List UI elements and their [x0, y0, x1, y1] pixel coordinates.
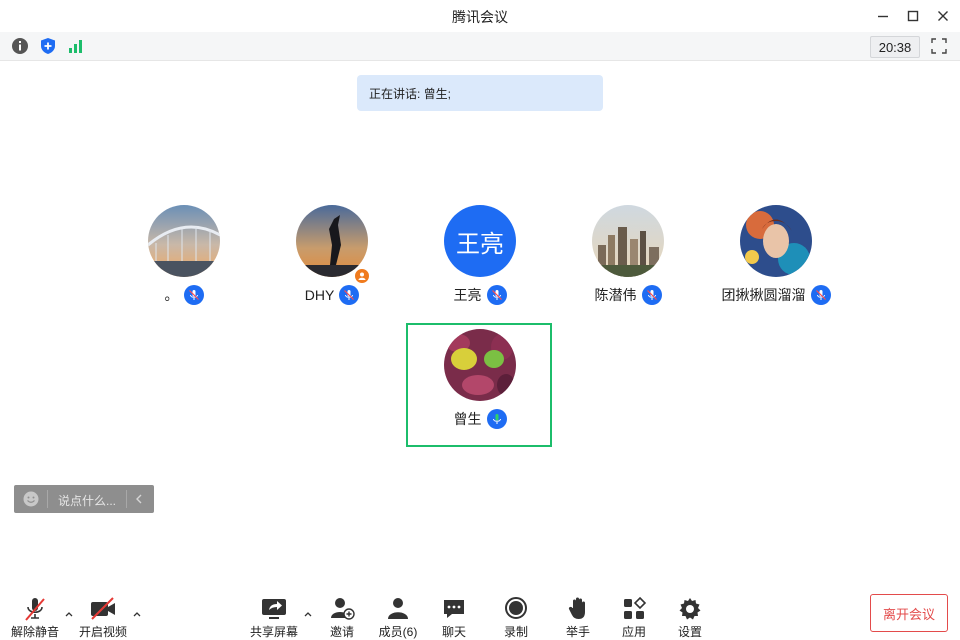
- settings-label: 设置: [677, 625, 702, 639]
- participant-name: 王亮: [453, 287, 482, 303]
- mic-muted-icon: [810, 285, 831, 305]
- raise-hand-button[interactable]: 举手: [548, 596, 608, 640]
- apps-button[interactable]: 应用: [604, 596, 664, 640]
- chevron-left-icon[interactable]: [132, 492, 146, 506]
- signal-icon: [69, 40, 82, 53]
- divider: [47, 490, 48, 508]
- microphone-muted-icon: [25, 598, 45, 621]
- video-off-icon: [91, 597, 115, 620]
- close-button[interactable]: [933, 6, 953, 26]
- share-screen-label: 共享屏幕: [249, 625, 298, 639]
- share-screen-button[interactable]: 共享屏幕: [244, 596, 304, 640]
- start-video-button[interactable]: 开启视频: [73, 596, 133, 640]
- info-button[interactable]: [10, 36, 30, 56]
- gear-icon: [679, 598, 701, 620]
- speaking-banner: 正在讲话: 曾生;: [357, 75, 603, 111]
- raise-hand-label: 举手: [565, 625, 590, 639]
- security-shield-icon: [41, 38, 55, 54]
- participant-tile[interactable]: 。: [109, 205, 259, 315]
- maximize-icon: [907, 10, 919, 22]
- fullscreen-icon: [931, 38, 947, 54]
- chat-quick-input[interactable]: 说点什么...: [14, 485, 154, 513]
- window-title: 腾讯会议: [452, 9, 508, 25]
- members-button[interactable]: 成员(6): [368, 596, 428, 640]
- participant-tile[interactable]: 团揪揪圆溜溜: [701, 205, 851, 315]
- invite-label: 邀请: [329, 625, 354, 639]
- mic-muted-icon: [641, 285, 662, 305]
- chat-button[interactable]: 聊天: [424, 596, 484, 640]
- mic-muted-icon: [183, 285, 204, 305]
- record-icon: [505, 597, 527, 619]
- host-badge-icon: [354, 268, 370, 284]
- meeting-time: 20:38: [870, 36, 920, 58]
- avatar: [148, 205, 220, 277]
- members-icon: [388, 598, 408, 619]
- raise-hand-icon: [568, 597, 585, 619]
- leaves-photo-avatar: [444, 329, 516, 401]
- bridge-photo-avatar: [148, 205, 220, 277]
- mic-muted-icon: [486, 285, 507, 305]
- chat-bubble-icon: [444, 600, 464, 618]
- minimize-button[interactable]: [873, 6, 893, 26]
- emoji-icon[interactable]: [23, 491, 39, 507]
- avatar: [740, 205, 812, 277]
- chat-label: 聊天: [441, 625, 466, 639]
- divider: [126, 490, 127, 508]
- participant-name: 陈潜伟: [594, 287, 637, 303]
- fullscreen-button[interactable]: [929, 36, 949, 56]
- participant-name: 。: [164, 287, 179, 303]
- name-line: 陈潜伟: [553, 285, 703, 305]
- name-line: DHY: [257, 285, 407, 305]
- status-bar: 20:38: [0, 32, 960, 61]
- apps-grid-icon: [624, 596, 647, 619]
- silhouette-photo-avatar: [296, 205, 368, 277]
- participant-name: 团揪揪圆溜溜: [721, 287, 806, 303]
- title-bar: 腾讯会议: [0, 0, 960, 32]
- chat-placeholder: 说点什么...: [58, 494, 117, 508]
- invite-button[interactable]: 邀请: [312, 596, 372, 640]
- name-line: 王亮: [405, 285, 555, 305]
- participant-tile-active[interactable]: 曾生: [405, 329, 555, 439]
- video-options-caret[interactable]: [131, 608, 143, 620]
- share-screen-icon: [262, 599, 286, 619]
- close-icon: [938, 11, 948, 21]
- art-portrait-avatar: [740, 205, 812, 277]
- mic-speaking-icon: [486, 409, 507, 429]
- name-line: 。: [109, 285, 259, 305]
- unmute-label: 解除静音: [10, 625, 59, 639]
- maximize-button[interactable]: [903, 6, 923, 26]
- members-label: 成员(6): [378, 625, 418, 639]
- network-signal-button[interactable]: [66, 36, 86, 56]
- invite-user-icon: [331, 598, 355, 620]
- avatar-initials: 王亮: [456, 230, 504, 258]
- info-icon: [12, 38, 28, 54]
- mic-muted-icon: [339, 285, 360, 305]
- record-label: 录制: [503, 625, 528, 639]
- name-line: 团揪揪圆溜溜: [701, 285, 851, 305]
- avatar: 王亮: [444, 205, 516, 277]
- chevron-up-icon: [133, 612, 141, 617]
- apps-label: 应用: [621, 625, 646, 639]
- security-button[interactable]: [38, 36, 58, 56]
- participant-name: DHY: [304, 287, 335, 303]
- city-photo-avatar: [592, 205, 664, 277]
- participant-name: 曾生: [453, 411, 482, 427]
- name-line: 曾生: [405, 409, 555, 429]
- avatar: [296, 205, 368, 277]
- settings-button[interactable]: 设置: [660, 596, 720, 640]
- start-video-label: 开启视频: [78, 625, 127, 639]
- avatar: [444, 329, 516, 401]
- unmute-button[interactable]: 解除静音: [5, 596, 65, 640]
- avatar: [592, 205, 664, 277]
- participant-tile[interactable]: 陈潜伟: [553, 205, 703, 315]
- participant-tile[interactable]: DHY: [257, 205, 407, 315]
- minimize-icon: [878, 15, 888, 18]
- leave-meeting-button[interactable]: 离开会议: [870, 594, 948, 632]
- record-button[interactable]: 录制: [486, 596, 546, 640]
- participant-tile[interactable]: 王亮 王亮: [405, 205, 555, 315]
